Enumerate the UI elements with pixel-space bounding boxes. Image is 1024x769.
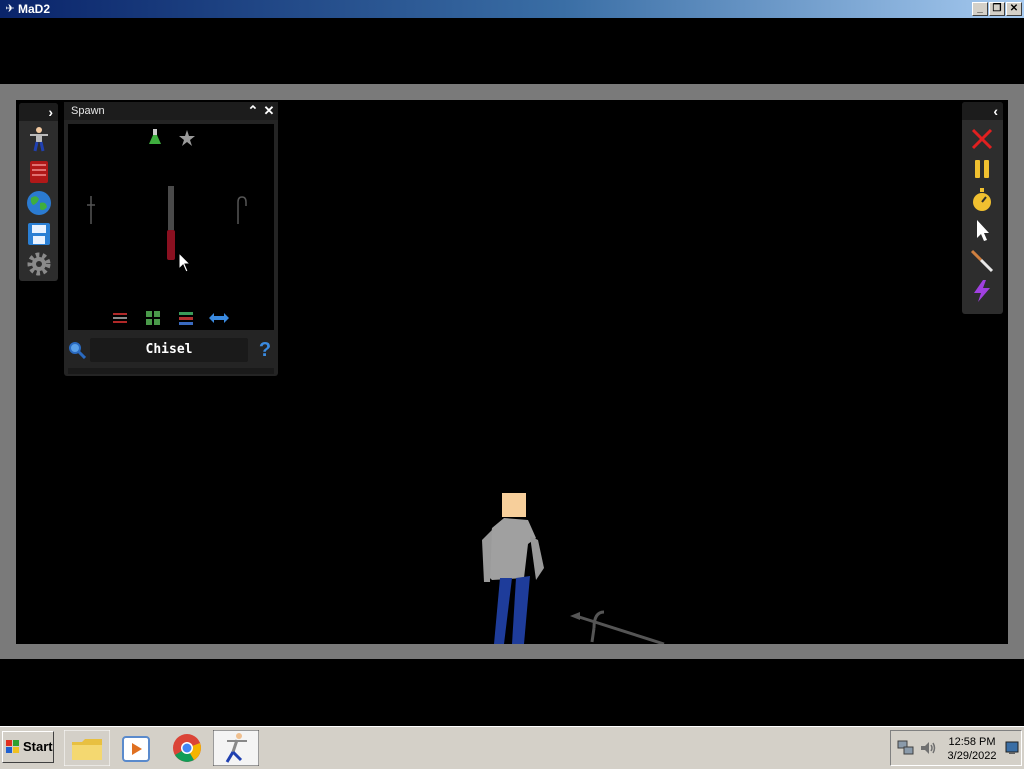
chevron-right-icon[interactable]: › [48, 103, 53, 121]
clock[interactable]: 12:58 PM 3/29/2022 [941, 735, 1003, 763]
system-tray: 12:58 PM 3/29/2022 [890, 730, 1022, 766]
lightning-icon[interactable] [969, 278, 995, 304]
collapse-panel-button[interactable]: ⌃ [246, 102, 260, 120]
spawn-panel-title: Spawn [71, 105, 105, 117]
spawn-panel-header: Spawn ⌃ ✕ [64, 102, 278, 120]
ragdoll-icon[interactable] [25, 125, 53, 153]
left-toolbar: › [19, 103, 58, 281]
clock-date: 3/29/2022 [947, 750, 997, 762]
chisel-icon[interactable] [164, 186, 178, 262]
mad2-app-icon[interactable] [213, 730, 259, 766]
stopwatch-icon[interactable] [969, 187, 995, 213]
trident-object[interactable] [568, 606, 668, 644]
spawn-item-grid [68, 124, 274, 330]
dagger-icon[interactable] [86, 196, 96, 224]
start-label: Start [23, 739, 53, 754]
app-icon: ✈ [5, 3, 15, 15]
network-icon[interactable] [897, 740, 915, 756]
chevron-left-icon[interactable]: ‹ [993, 102, 998, 120]
clear-x-icon[interactable] [969, 126, 995, 152]
show-desktop-icon[interactable] [1005, 741, 1019, 755]
chrome-icon[interactable] [164, 730, 210, 766]
ragdoll-right-arm[interactable] [530, 536, 544, 580]
clock-time: 12:58 PM [948, 736, 996, 748]
pause-icon[interactable] [969, 156, 995, 182]
list-icon[interactable] [178, 310, 194, 326]
spawn-panel-footer [68, 368, 274, 374]
globe-icon[interactable] [25, 189, 53, 217]
search-field[interactable]: Chisel [90, 338, 248, 362]
minimize-icon: _ [977, 3, 983, 14]
sliders-icon[interactable] [112, 310, 128, 326]
ragdoll-left-leg[interactable] [494, 578, 512, 644]
star-icon[interactable] [178, 129, 196, 147]
ragdoll-character[interactable] [478, 490, 558, 644]
ragdoll-right-leg[interactable] [512, 576, 530, 644]
question-icon[interactable]: ? [256, 338, 274, 362]
close-icon: ✕ [263, 103, 275, 118]
hook-icon[interactable] [234, 196, 248, 224]
magnifier-icon[interactable] [68, 341, 86, 359]
right-toolbar-header: ‹ [962, 102, 1003, 120]
volume-icon[interactable] [919, 740, 937, 756]
flask-icon[interactable] [148, 129, 162, 145]
close-panel-button[interactable]: ✕ [262, 102, 276, 120]
left-toolbar-header: › [19, 103, 58, 121]
knife-icon[interactable] [969, 248, 995, 274]
windows-flag-icon [6, 740, 19, 753]
close-window-button[interactable]: ✕ [1006, 2, 1022, 16]
arrows-horizontal-icon[interactable] [208, 312, 230, 324]
grid-icon[interactable] [145, 310, 161, 326]
ragdoll-head[interactable] [502, 493, 526, 517]
settings-gear-icon[interactable] [25, 250, 53, 278]
pointer-icon[interactable] [969, 217, 995, 243]
window-title: MaD2 [18, 2, 51, 16]
media-player-icon[interactable] [114, 730, 160, 766]
ragdoll-torso[interactable] [486, 518, 536, 580]
start-button[interactable]: Start [2, 731, 54, 763]
minimize-button[interactable]: _ [972, 2, 988, 16]
window-title-bar: ✈ MaD2 _ ❐ ✕ [0, 0, 1024, 18]
taskbar: Start 12:58 PM 3/29/2022 [0, 726, 1024, 769]
restore-button[interactable]: ❐ [989, 2, 1005, 16]
chevron-up-icon: ⌃ [247, 103, 259, 118]
spawn-panel: Spawn ⌃ ✕ Chisel ? [64, 102, 278, 376]
right-toolbar: ‹ [962, 102, 1003, 314]
save-icon[interactable] [25, 220, 53, 248]
book-icon[interactable] [25, 158, 53, 186]
file-explorer-icon[interactable] [64, 730, 110, 766]
close-icon: ✕ [1009, 3, 1019, 14]
game-scene[interactable]: › Spawn ⌃ ✕ Chisel ? ‹ [16, 100, 1008, 644]
restore-icon: ❐ [992, 3, 1002, 14]
mouse-cursor [178, 252, 192, 273]
